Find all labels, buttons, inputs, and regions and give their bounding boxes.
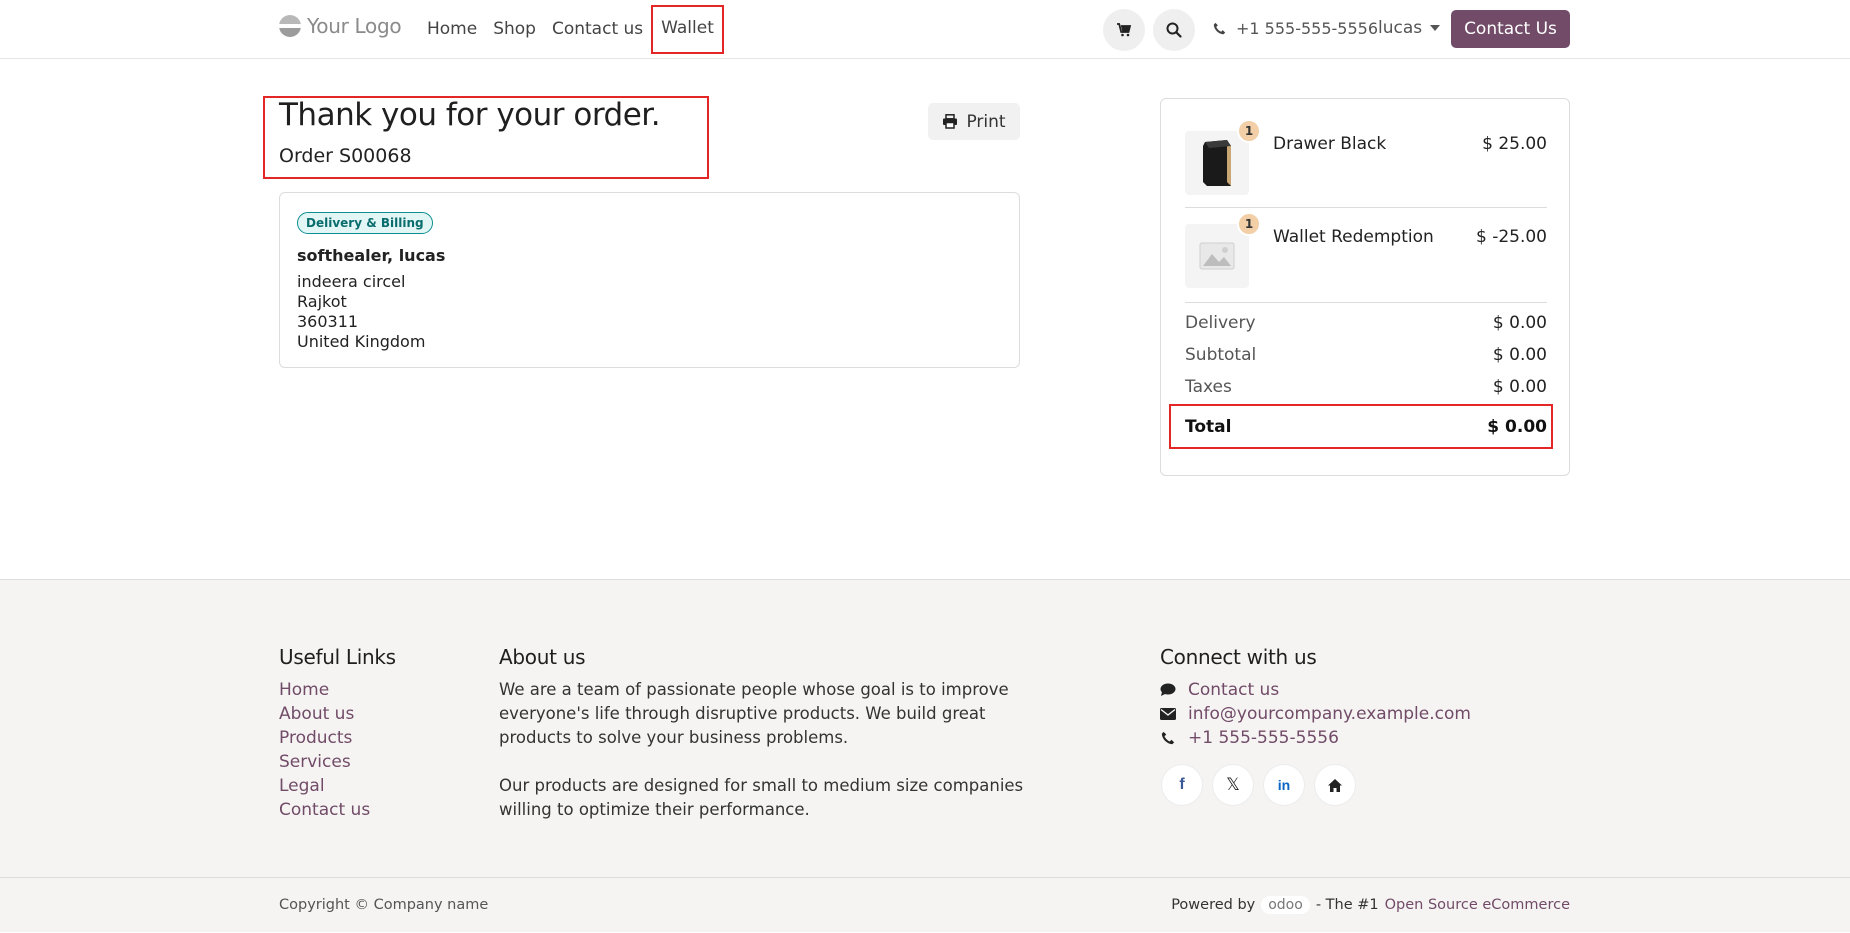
line-item: 1 Wallet Redemption $ -25.00 xyxy=(1185,212,1547,290)
chevron-down-icon xyxy=(1430,25,1441,31)
footer-link-legal[interactable]: Legal xyxy=(279,774,370,798)
nav-shop[interactable]: Shop xyxy=(485,0,544,58)
product-image[interactable] xyxy=(1185,131,1249,195)
line-item: 1 Drawer Black $ 25.00 xyxy=(1185,119,1547,197)
footer-link-products[interactable]: Products xyxy=(279,726,370,750)
about-us-title: About us xyxy=(499,645,586,669)
linkedin-icon: in xyxy=(1277,777,1291,793)
header-phone-text: +1 555-555-5556 xyxy=(1236,19,1379,38)
main-nav: Home Shop Contact us Wallet xyxy=(419,0,724,58)
connect-list: Contact us info@yourcompany.example.com … xyxy=(1160,678,1471,750)
nav-contact-us[interactable]: Contact us xyxy=(544,0,651,58)
phone-icon xyxy=(1213,22,1226,35)
address-name: softhealer, lucas xyxy=(297,246,446,265)
subtotal-label: Subtotal xyxy=(1185,345,1257,365)
address-lines: indeera circel Rajkot 360311 United King… xyxy=(297,272,425,352)
item-name[interactable]: Drawer Black xyxy=(1273,134,1386,154)
comment-icon xyxy=(1160,683,1176,696)
powered-by: Powered by odoo - The #1 Open Source eCo… xyxy=(1171,896,1570,914)
quantity-badge: 1 xyxy=(1237,119,1261,143)
delivery-label: Delivery xyxy=(1185,313,1256,333)
address-zip: 360311 xyxy=(297,312,359,331)
x-twitter-button[interactable]: 𝕏 xyxy=(1213,765,1253,805)
connect-contact-row[interactable]: Contact us xyxy=(1160,678,1471,702)
home-button[interactable] xyxy=(1315,765,1355,805)
user-name: lucas xyxy=(1378,18,1423,38)
product-image[interactable] xyxy=(1185,224,1249,288)
useful-links: Home About us Products Services Legal Co… xyxy=(279,678,370,822)
site-logo[interactable]: Your Logo xyxy=(279,14,402,38)
print-label: Print xyxy=(966,111,1006,132)
x-icon: 𝕏 xyxy=(1226,775,1240,795)
useful-links-title: Useful Links xyxy=(279,645,396,669)
address-city: Rajkot xyxy=(297,292,347,311)
search-button[interactable] xyxy=(1153,9,1195,51)
taxes-value: $ 0.00 xyxy=(1492,377,1547,397)
copyright-text: Copyright © Company name xyxy=(279,897,489,913)
search-icon xyxy=(1166,22,1182,38)
divider xyxy=(1185,207,1547,208)
page-title: Thank you for your order. xyxy=(279,97,661,133)
subtotal-row: Subtotal $ 0.00 xyxy=(1185,345,1547,365)
powered-by-label: Powered by xyxy=(1171,897,1256,913)
facebook-button[interactable]: f xyxy=(1162,765,1202,805)
site-header: Your Logo Home Shop Contact us Wallet +1… xyxy=(0,0,1850,59)
logo-text: Your Logo xyxy=(307,14,402,38)
connect-phone-row[interactable]: +1 555-555-5556 xyxy=(1160,726,1471,750)
header-phone[interactable]: +1 555-555-5556 xyxy=(1213,19,1378,38)
footer-link-about[interactable]: About us xyxy=(279,702,370,726)
footer-link-services[interactable]: Services xyxy=(279,750,370,774)
order-number: Order S00068 xyxy=(279,145,412,167)
linkedin-button[interactable]: in xyxy=(1264,765,1304,805)
nav-home[interactable]: Home xyxy=(419,0,485,58)
social-links: f 𝕏 in xyxy=(1162,765,1355,805)
highlight-box-total xyxy=(1169,404,1553,449)
open-source-ecommerce-link[interactable]: Open Source eCommerce xyxy=(1385,897,1570,913)
tagline-text: - The #1 xyxy=(1315,897,1379,913)
connect-email-link[interactable]: info@yourcompany.example.com xyxy=(1188,702,1471,726)
item-name[interactable]: Wallet Redemption xyxy=(1273,227,1434,247)
item-price: $ 25.00 xyxy=(1482,134,1547,154)
connect-email-row[interactable]: info@yourcompany.example.com xyxy=(1160,702,1471,726)
drawer-image xyxy=(1203,140,1231,186)
print-icon xyxy=(943,114,958,129)
taxes-row: Taxes $ 0.00 xyxy=(1185,377,1547,397)
about-paragraph-2: Our products are designed for small to m… xyxy=(499,776,1024,819)
site-footer: Useful Links Home About us Products Serv… xyxy=(0,579,1850,932)
delivery-billing-badge: Delivery & Billing xyxy=(297,212,433,234)
about-paragraph-1: We are a team of passionate people whose… xyxy=(499,680,1009,747)
quantity-badge: 1 xyxy=(1237,212,1261,236)
image-placeholder-icon xyxy=(1199,242,1235,270)
nav-wallet[interactable]: Wallet xyxy=(651,4,724,54)
subtotal-value: $ 0.00 xyxy=(1492,345,1547,365)
divider xyxy=(1185,302,1547,303)
about-us-text: We are a team of passionate people whose… xyxy=(499,678,1029,822)
facebook-icon: f xyxy=(1179,776,1185,793)
footer-link-home[interactable]: Home xyxy=(279,678,370,702)
envelope-icon xyxy=(1160,708,1176,720)
print-button[interactable]: Print xyxy=(928,103,1020,140)
address-country: United Kingdom xyxy=(297,332,426,351)
home-icon xyxy=(1328,778,1342,792)
odoo-logo[interactable]: odoo xyxy=(1261,896,1310,914)
delivery-value: $ 0.00 xyxy=(1492,313,1547,333)
address-street: indeera circel xyxy=(297,272,406,291)
delivery-row: Delivery $ 0.00 xyxy=(1185,313,1547,333)
address-card: Delivery & Billing softhealer, lucas ind… xyxy=(279,192,1020,368)
footer-link-contact[interactable]: Contact us xyxy=(279,798,370,822)
cart-button[interactable] xyxy=(1103,9,1145,51)
connect-contact-link[interactable]: Contact us xyxy=(1188,678,1279,702)
item-price: $ -25.00 xyxy=(1475,227,1547,247)
connect-phone-link[interactable]: +1 555-555-5556 xyxy=(1188,726,1339,750)
user-menu[interactable]: lucas xyxy=(1378,18,1441,38)
logo-icon xyxy=(279,15,301,37)
phone-icon xyxy=(1161,731,1175,745)
connect-title: Connect with us xyxy=(1160,645,1317,669)
cart-icon xyxy=(1117,23,1132,37)
taxes-label: Taxes xyxy=(1185,377,1232,397)
copyright-bar: Copyright © Company name Powered by odoo… xyxy=(0,877,1850,933)
contact-us-button[interactable]: Contact Us xyxy=(1451,10,1570,48)
